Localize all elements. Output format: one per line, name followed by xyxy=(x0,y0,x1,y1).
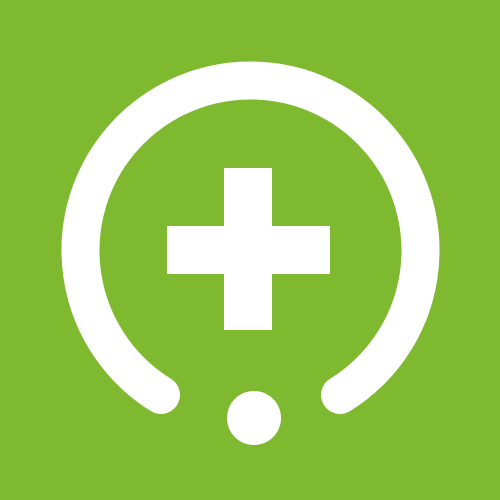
indicator-dot xyxy=(227,391,281,445)
cross-horizontal-bar xyxy=(167,226,330,274)
app-icon-tile xyxy=(0,0,500,500)
medical-cross-ring-icon xyxy=(0,0,500,500)
